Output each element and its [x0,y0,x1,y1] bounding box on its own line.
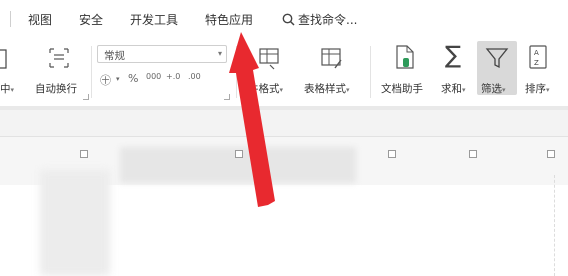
annotation-arrow-icon [229,32,275,207]
